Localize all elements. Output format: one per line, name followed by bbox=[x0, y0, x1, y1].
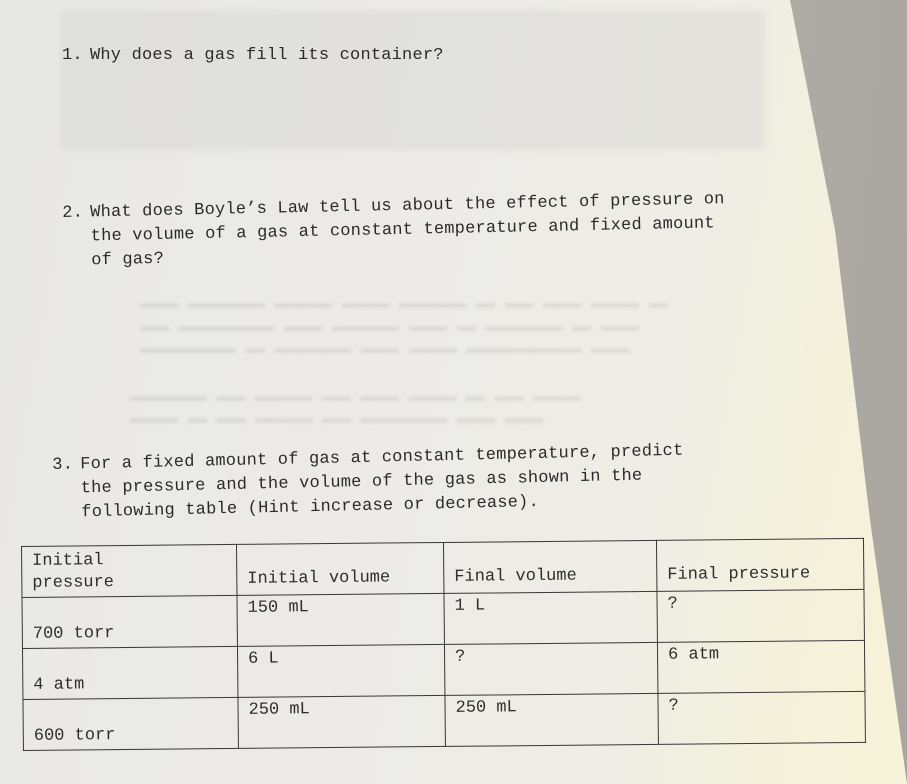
question-2: 2. What does Boyle’s Law tell us about th… bbox=[62, 188, 726, 274]
worksheet-page: ▬▬▬▬ ▬▬▬▬▬▬▬▬ ▬▬▬▬▬▬ ▬▬▬▬▬ ▬▬▬▬▬▬▬ ▬▬ ▬▬… bbox=[0, 0, 907, 784]
header-final-pressure: Final pressure bbox=[656, 538, 864, 592]
cell-initial-volume: 250 mL bbox=[237, 695, 446, 749]
cell-final-pressure: 6 atm bbox=[657, 640, 865, 694]
cell-final-pressure: ? bbox=[656, 589, 865, 643]
cell-final-volume: ? bbox=[444, 642, 658, 696]
question-number: 2. bbox=[62, 203, 84, 223]
header-text: Initial bbox=[32, 551, 104, 571]
table-row: 600 torr 250 mL 250 mL ? bbox=[22, 691, 866, 751]
question-1: 1. Why does a gas fill its container? bbox=[62, 44, 444, 68]
header-initial-pressure: Initial pressure bbox=[21, 544, 237, 598]
cell-final-pressure: ? bbox=[657, 691, 866, 745]
bleed-through-box bbox=[60, 10, 765, 150]
header-final-volume: Final volume bbox=[443, 540, 657, 594]
bleed-through-text: ▬▬▬▬▬▬▬▬ ▬▬▬ ▬▬▬▬▬▬ ▬▬▬ ▬▬▬▬ ▬▬▬▬▬ ▬▬ ▬▬… bbox=[130, 388, 582, 406]
header-text: pressure bbox=[32, 573, 115, 593]
cell-final-volume: 1 L bbox=[443, 591, 658, 645]
cell-initial-pressure: 600 torr bbox=[22, 697, 239, 751]
table-row: 4 atm 6 L ? 6 atm bbox=[22, 640, 865, 700]
bleed-through-text: ▬▬▬ ▬▬▬▬▬▬▬▬▬▬ ▬▬▬▬ ▬▬▬▬▬▬▬ ▬▬▬▬ ▬▬ ▬▬▬▬… bbox=[140, 318, 640, 336]
question-number: 1. bbox=[62, 46, 83, 65]
cell-initial-pressure: 4 atm bbox=[22, 646, 238, 700]
cell-final-volume: 250 mL bbox=[444, 693, 659, 747]
bleed-through-text: ▬▬▬▬▬ ▬▬ ▬▬▬ ▬▬▬▬▬▬ ▬▬▬ ▬▬▬▬▬▬▬▬▬ ▬▬▬▬ ▬… bbox=[130, 410, 543, 428]
question-3: 3. For a fixed amount of gas at constant … bbox=[52, 440, 685, 526]
boyles-law-table: Initial pressure Initial volume Final vo… bbox=[21, 538, 866, 751]
question-number: 3. bbox=[52, 455, 74, 475]
header-initial-volume: Initial volume bbox=[236, 542, 444, 596]
cell-initial-volume: 6 L bbox=[237, 644, 445, 698]
table-row: 700 torr 150 mL 1 L ? bbox=[21, 589, 865, 649]
cell-initial-volume: 150 mL bbox=[236, 593, 445, 647]
bleed-through-text: ▬▬▬▬ ▬▬▬▬▬▬▬▬ ▬▬▬▬▬▬ ▬▬▬▬▬ ▬▬▬▬▬▬▬ ▬▬ ▬▬… bbox=[140, 295, 669, 313]
table-header-row: Initial pressure Initial volume Final vo… bbox=[21, 538, 864, 598]
question-text: Why does a gas fill its container? bbox=[90, 46, 444, 65]
cell-initial-pressure: 700 torr bbox=[21, 595, 238, 649]
bleed-through-text: ▬▬▬▬▬▬▬▬▬▬ ▬▬ ▬▬▬▬▬▬▬▬ ▬▬▬▬ ▬▬▬▬▬ ▬▬▬▬▬▬… bbox=[140, 340, 630, 358]
